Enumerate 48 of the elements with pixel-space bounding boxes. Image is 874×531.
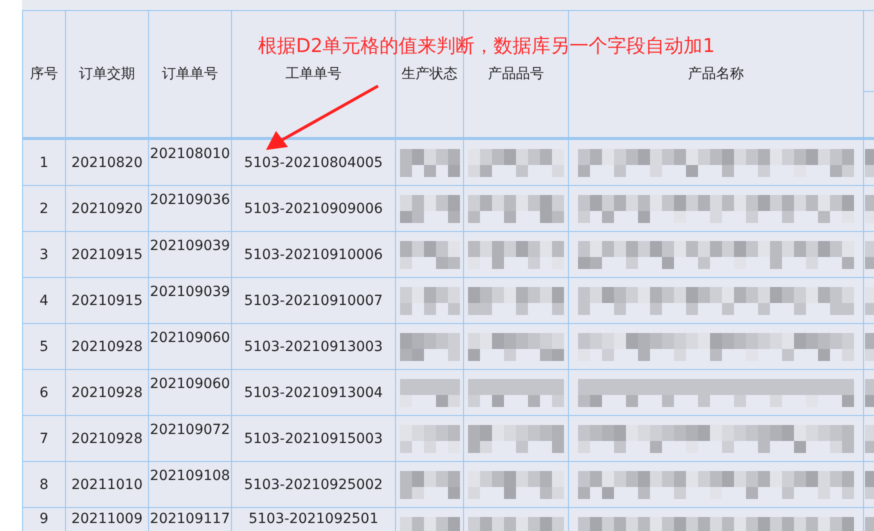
table-cell: 20210928 — [71, 338, 143, 354]
table-cell: 5103-20210913004 — [244, 384, 383, 400]
table-cell: 20210915 — [71, 292, 143, 308]
table-cell: 20210820 — [71, 154, 143, 170]
redaction-mosaic — [400, 378, 460, 406]
redaction-mosaic — [400, 240, 460, 268]
table-cell: 20210928 — [71, 384, 143, 400]
table-cell: 20211010 — [71, 476, 143, 492]
table-cell: 202109039 — [150, 284, 230, 300]
column-header: 订单单号 — [149, 10, 232, 140]
table-cell: 1 — [40, 154, 48, 170]
table-cell: 5103-20210804005 — [244, 154, 383, 170]
table-cell: 5 — [40, 338, 48, 354]
table-cell: 202109039 — [150, 238, 230, 254]
table-cell: 4 — [40, 292, 48, 308]
redaction-mosaic — [400, 286, 460, 314]
table-cell: 5103-20210909006 — [244, 200, 383, 216]
table-cell: 5103-20210915003 — [244, 430, 383, 446]
table-cell: 5103-20210910007 — [244, 292, 383, 308]
column-header: 订单交期 — [66, 10, 149, 140]
table-cell: 202108010 — [150, 146, 230, 162]
table-cell: 5103-20210925002 — [244, 476, 383, 492]
table-cell: 20211009 — [71, 511, 143, 527]
table-cell: 5103-20210910006 — [244, 246, 383, 262]
table-cell: 20210915 — [71, 246, 143, 262]
table-cell: 5103-20210913003 — [244, 338, 383, 354]
table-cell: 202109117 — [150, 511, 230, 527]
table-cell: 6 — [40, 384, 48, 400]
table-cell: 202109060 — [150, 330, 230, 346]
table-cell: 202109072 — [150, 422, 230, 438]
table-cell: 202109108 — [150, 468, 230, 484]
table-cell: 202109036 — [150, 192, 230, 208]
table-cell: 7 — [40, 430, 48, 446]
column-header: 序号 — [23, 10, 66, 140]
redaction-mosaic — [400, 470, 460, 498]
annotation-text: 根据D2单元格的值来判断，数据库另一个字段自动加1 — [258, 34, 715, 59]
table-cell: 202109060 — [150, 376, 230, 392]
table-cell: 20210920 — [71, 200, 143, 216]
redaction-mosaic — [400, 194, 460, 222]
table-cell: 2 — [40, 200, 48, 216]
table-cell: 9 — [40, 511, 48, 527]
table-cell: 3 — [40, 246, 48, 262]
redaction-mosaic — [400, 424, 460, 452]
table-cell: 5103-2021092501 — [248, 511, 378, 527]
redaction-mosaic — [400, 332, 460, 360]
redaction-mosaic — [400, 148, 460, 176]
table-cell: 20210928 — [71, 430, 143, 446]
table-cell: 8 — [40, 476, 48, 492]
